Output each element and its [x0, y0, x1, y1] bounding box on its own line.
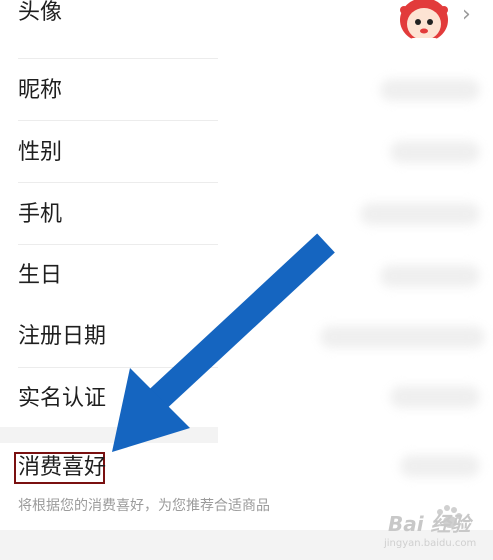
row-phone[interactable]: 手机 — [0, 183, 493, 245]
baidu-watermark-brand: Bai 经验 — [388, 512, 471, 536]
row-birthday[interactable]: 生日 — [0, 245, 493, 307]
row-real-name-verification[interactable]: 实名认证 — [0, 368, 493, 427]
row-consumption-preference-label: 消费喜好 — [18, 455, 107, 480]
profile-page: 头像 › 昵称 性别 手机 生日 注册日期 实名认证 消费喜好 将根据您的消费喜… — [0, 0, 493, 560]
row-nickname[interactable]: 昵称 — [0, 59, 493, 121]
baidu-watermark-url: jingyan.baidu.com — [384, 538, 477, 549]
registration-date-value-blurred — [320, 326, 485, 348]
consumption-preference-hint: 将根据您的消费喜好，为您推荐合适商品 — [18, 498, 270, 514]
row-registration-date[interactable]: 注册日期 — [0, 306, 493, 368]
gender-value-blurred — [390, 141, 480, 163]
row-avatar-label: 头像 — [18, 0, 63, 25]
row-phone-label: 手机 — [18, 202, 63, 227]
avatar-icon[interactable] — [398, 0, 450, 46]
row-real-name-verification-label: 实名认证 — [18, 386, 107, 411]
verification-value-blurred — [390, 386, 480, 408]
row-nickname-label: 昵称 — [18, 78, 63, 103]
preference-value-blurred — [400, 455, 480, 477]
chevron-right-icon: › — [462, 2, 471, 27]
nickname-value-blurred — [380, 79, 480, 101]
row-registration-date-label: 注册日期 — [18, 324, 107, 349]
birthday-value-blurred — [380, 265, 480, 287]
row-avatar[interactable]: 头像 › — [0, 0, 493, 59]
phone-value-blurred — [360, 203, 480, 225]
row-gender-label: 性别 — [18, 140, 63, 165]
row-birthday-label: 生日 — [18, 263, 63, 288]
section-gap — [0, 427, 218, 443]
row-gender[interactable]: 性别 — [0, 121, 493, 183]
